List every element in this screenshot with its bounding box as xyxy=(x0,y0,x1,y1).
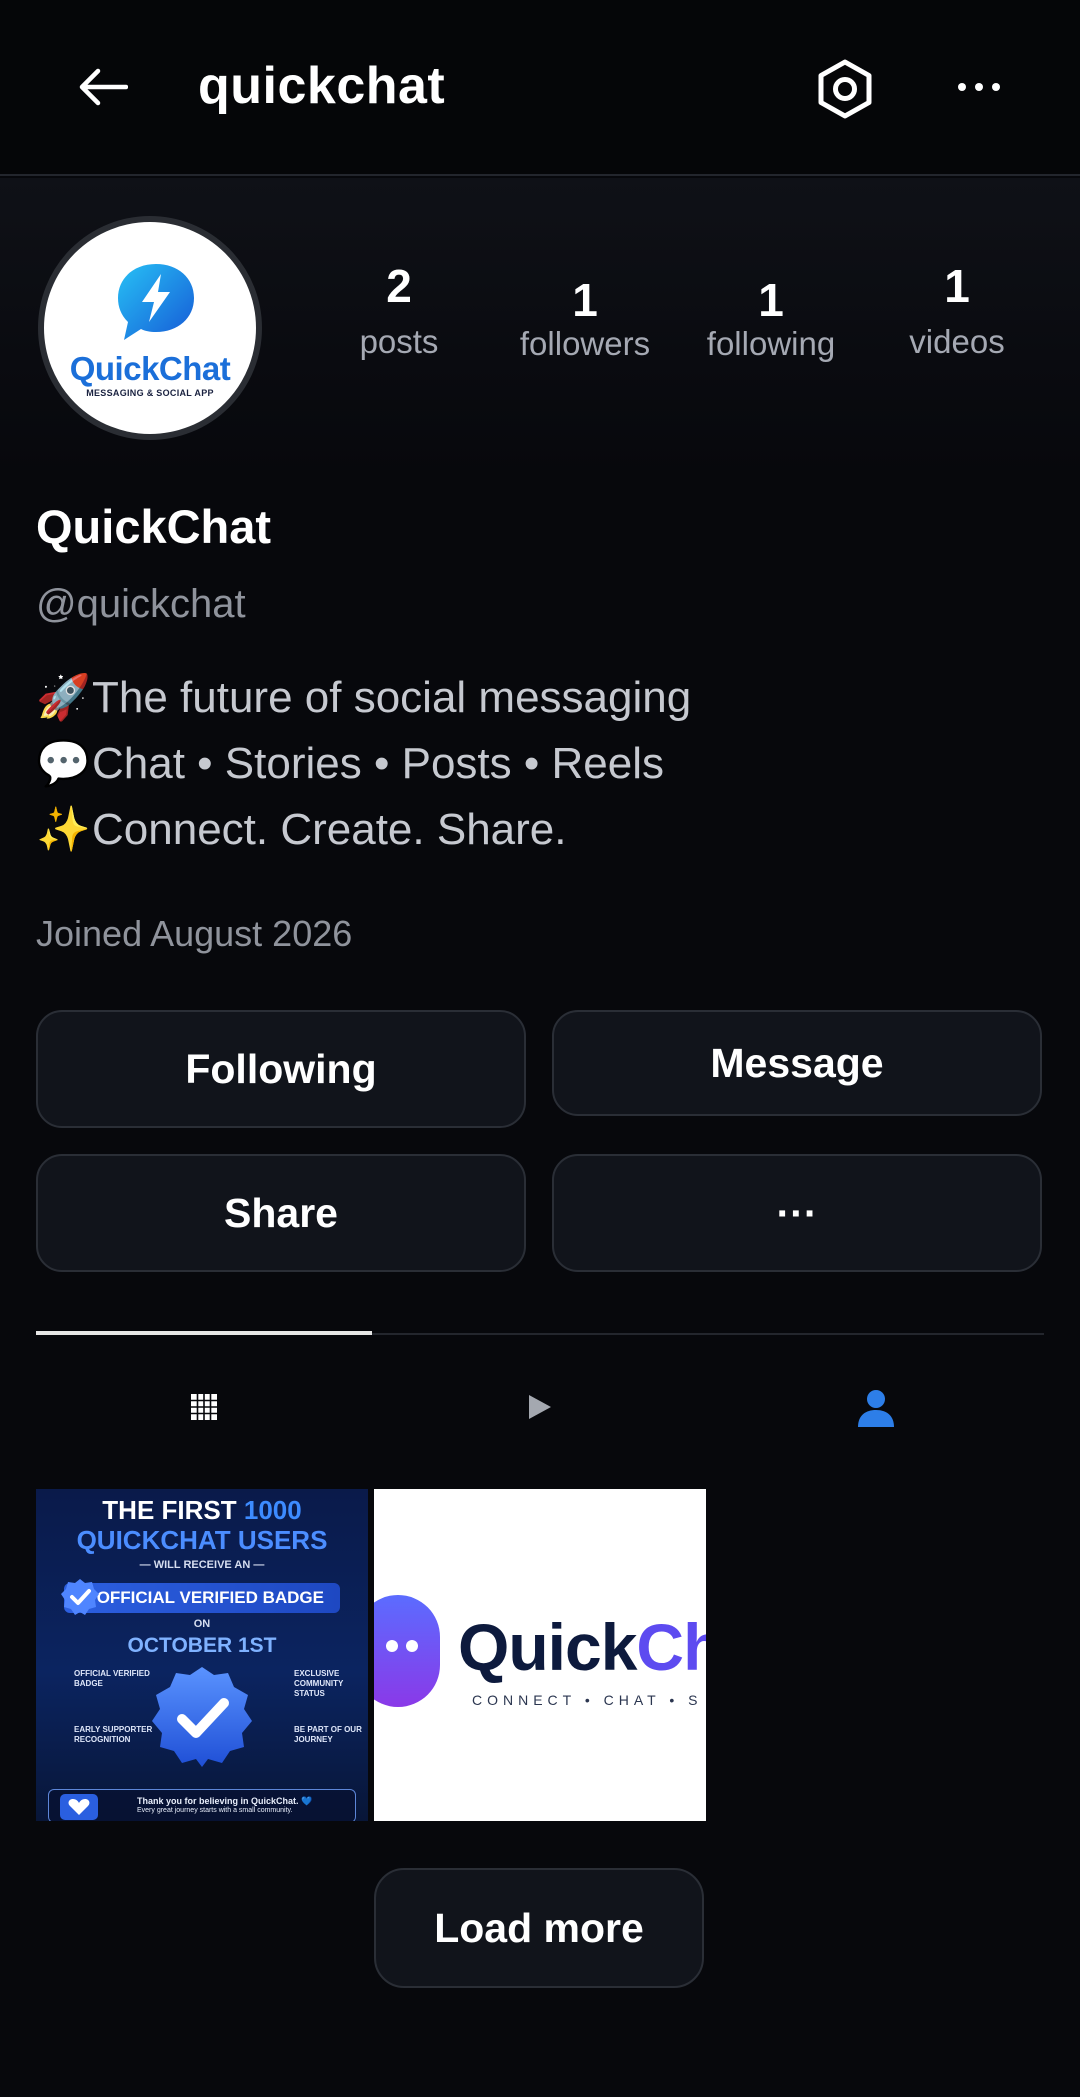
post1-will-receive: — WILL RECEIVE AN — xyxy=(139,1559,265,1571)
display-name: QuickChat xyxy=(36,500,272,553)
avatar-tagline: MESSAGING & SOCIAL APP xyxy=(86,388,214,398)
settings-button[interactable] xyxy=(812,56,878,122)
bio-line: 💬Chat • Stories • Posts • Reels xyxy=(36,736,664,792)
rocket-icon: 🚀 xyxy=(36,673,91,722)
more-actions-button[interactable]: ··· xyxy=(552,1154,1042,1272)
bio-text: Chat • Stories • Posts • Reels xyxy=(92,739,664,788)
stat-followers-label: followers xyxy=(519,325,651,362)
sparkles-icon: ✨ xyxy=(36,805,91,854)
post1-feature: EXCLUSIVE COMMUNITY STATUS xyxy=(294,1669,344,1698)
post1-headline-blue: 1000 xyxy=(243,1495,302,1525)
post2-brand-text: QuickCh xyxy=(458,1609,706,1685)
tab-posts-grid[interactable] xyxy=(36,1372,372,1442)
post1-subheadline: QUICKCHAT USERS xyxy=(76,1525,328,1555)
post2-brand-dark: Quick xyxy=(458,1610,637,1684)
bio-text: The future of social messaging xyxy=(92,673,692,722)
post1-badge-banner: OFFICIAL VERIFIED BADGE xyxy=(64,1583,340,1613)
post1-headline-white: THE FIRST xyxy=(102,1495,244,1525)
stat-following-label: following xyxy=(706,325,836,362)
share-button[interactable]: Share xyxy=(36,1154,526,1272)
stat-videos-label: videos xyxy=(909,323,1005,360)
person-tag-icon xyxy=(858,1390,894,1427)
stat-following[interactable]: 1 following xyxy=(686,272,856,366)
post1-footer-line: Thank you for believing in QuickChat. 💙 xyxy=(137,1796,313,1806)
stat-followers[interactable]: 1 followers xyxy=(500,272,670,366)
avatar[interactable]: QuickChat MESSAGING & SOCIAL APP xyxy=(38,216,262,440)
stat-videos[interactable]: 1 videos xyxy=(872,258,1042,364)
lightning-bubble-icon xyxy=(118,264,194,340)
speech-bubble-icon: 💬 xyxy=(36,739,91,788)
message-button[interactable]: Message xyxy=(552,1010,1042,1116)
post1-date: OCTOBER 1ST xyxy=(127,1634,277,1657)
post-thumbnail[interactable]: THE FIRST 1000 QUICKCHAT USERS — WILL RE… xyxy=(36,1489,368,1821)
header-title: quickchat xyxy=(198,57,446,115)
bio-text: Connect. Create. Share. xyxy=(92,805,567,854)
profile-page: quickchat QuickChat MESSAGING & SOCIAL A… xyxy=(0,0,1080,2097)
post1-footer-line: Every great journey starts with a small … xyxy=(137,1807,293,1814)
back-button[interactable] xyxy=(70,55,134,119)
stat-posts[interactable]: 2 posts xyxy=(314,258,484,364)
post2-brand-accent: Ch xyxy=(636,1610,706,1684)
arrow-left-icon xyxy=(79,68,128,106)
heart-icon xyxy=(60,1794,98,1820)
more-horizontal-icon xyxy=(958,83,1000,91)
active-tab-indicator xyxy=(36,1331,372,1335)
verified-check-icon xyxy=(61,1579,99,1615)
post1-feature: OFFICIAL VERIFIED BADGE xyxy=(74,1669,150,1688)
stat-videos-value: 1 xyxy=(944,260,970,312)
following-button[interactable]: Following xyxy=(36,1010,526,1128)
post1-on-label: ON xyxy=(193,1618,211,1630)
stat-posts-value: 2 xyxy=(386,260,412,312)
top-app-bar: quickchat xyxy=(0,0,1080,176)
stat-followers-value: 1 xyxy=(572,274,598,326)
typing-dots-icon xyxy=(386,1640,418,1652)
load-more-button[interactable]: Load more xyxy=(374,1868,704,1988)
stat-following-value: 1 xyxy=(758,274,784,326)
hexagon-settings-icon xyxy=(818,59,872,119)
play-icon xyxy=(529,1395,551,1419)
grid-icon xyxy=(191,1394,217,1420)
stat-posts-label: posts xyxy=(359,323,439,360)
username-handle: @quickchat xyxy=(36,582,246,626)
post1-feature: EARLY SUPPORTER RECOGNITION xyxy=(74,1725,153,1744)
bio-line: ✨Connect. Create. Share. xyxy=(36,802,566,858)
post1-headline: THE FIRST 1000 xyxy=(36,1495,368,1525)
avatar-brand-text: QuickChat xyxy=(69,350,231,387)
tab-videos[interactable] xyxy=(372,1372,708,1442)
post-thumbnail[interactable]: QuickCh CONNECT • CHAT • S xyxy=(374,1489,706,1821)
tab-tagged[interactable] xyxy=(708,1372,1044,1442)
more-options-button[interactable] xyxy=(948,56,1010,118)
bio-line: 🚀The future of social messaging xyxy=(36,670,691,726)
joined-date: Joined August 2026 xyxy=(36,913,353,954)
post1-feature: BE PART OF OUR JOURNEY xyxy=(294,1725,362,1744)
verified-seal-icon xyxy=(152,1667,252,1767)
post2-tagline: CONNECT • CHAT • S xyxy=(472,1692,703,1708)
